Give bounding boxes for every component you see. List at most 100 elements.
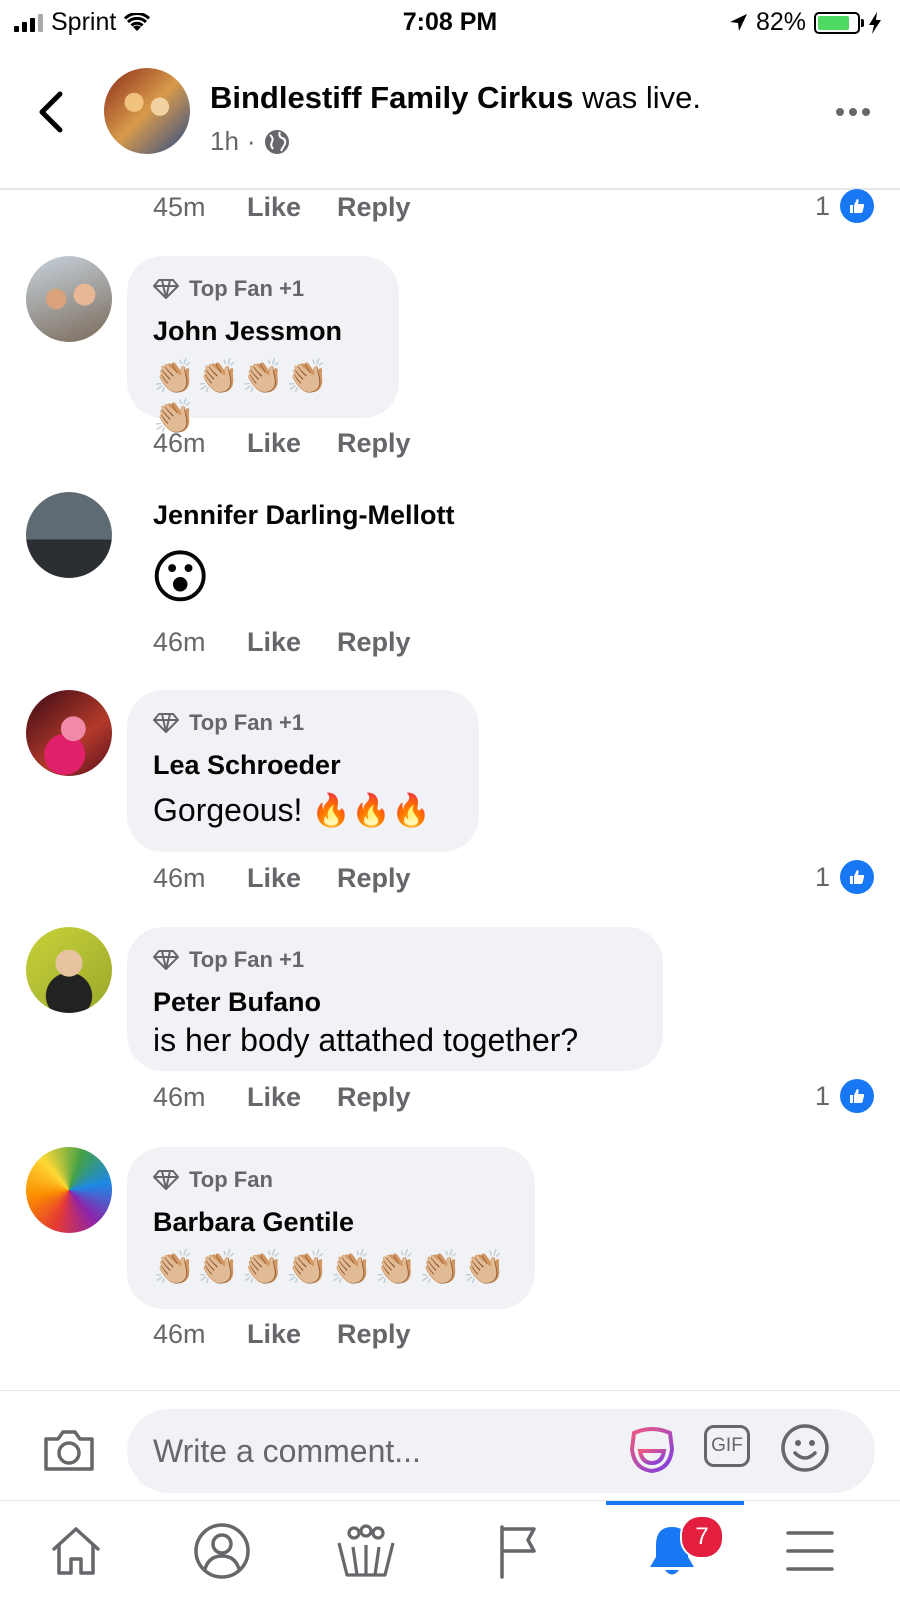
diamond-icon	[153, 1170, 179, 1190]
reaction-count-number: 1	[814, 190, 830, 221]
post-age[interactable]: 1h	[210, 126, 239, 157]
like-button[interactable]: Like	[247, 1082, 337, 1113]
like-button[interactable]: Like	[247, 1319, 337, 1350]
more-options-button[interactable]	[836, 108, 870, 116]
comment-bubble: Top Fan +1 Peter Bufano is her body atta…	[127, 927, 663, 1071]
thumbs-up-icon	[840, 860, 874, 894]
globe-icon	[264, 129, 289, 154]
status-right: 82%	[728, 8, 882, 37]
reaction-count[interactable]: 1	[815, 1079, 874, 1113]
gif-label: GIF	[711, 1435, 743, 1456]
commenter-avatar[interactable]	[26, 256, 112, 342]
avatar-sticker-icon	[629, 1427, 675, 1474]
top-fan-label: Top Fan	[189, 1167, 273, 1192]
reply-button[interactable]: Reply	[337, 428, 411, 459]
top-fan-label: Top Fan +1	[189, 947, 305, 972]
like-button[interactable]: Like	[247, 428, 337, 459]
comment-author[interactable]: Barbara Gentile	[153, 1207, 509, 1238]
avatar-sticker-button[interactable]	[626, 1423, 678, 1480]
comment-text: is her body attathed together?	[153, 1022, 579, 1058]
comment-time[interactable]: 46m	[153, 863, 247, 894]
location-arrow-icon	[729, 13, 747, 31]
menu-icon	[786, 1531, 834, 1571]
charging-bolt-icon	[869, 11, 881, 34]
comment-author[interactable]: John Jessmon	[153, 316, 373, 347]
comment-meta: 46m Like Reply	[153, 428, 411, 459]
comment-author[interactable]: Jennifer Darling-Mellott	[153, 500, 455, 531]
reaction-count[interactable]: 1	[815, 860, 874, 894]
thumbs-up-icon	[840, 1079, 874, 1113]
page-name-link[interactable]: Bindlestiff Family Cirkus	[210, 80, 573, 115]
comment-bubble: Top Fan Barbara Gentile 👏🏼👏🏼👏🏼👏🏼👏🏼👏🏼👏🏼👏🏼	[127, 1147, 535, 1309]
top-fan-label: Top Fan +1	[189, 710, 305, 735]
comment-meta: 46m Like Reply	[153, 863, 411, 894]
nav-profile[interactable]	[190, 1519, 254, 1583]
flag-icon	[500, 1525, 536, 1579]
camera-icon	[44, 1430, 94, 1471]
top-fan-badge: Top Fan +1	[153, 276, 373, 302]
like-button[interactable]: Like	[247, 192, 337, 223]
commenter-avatar[interactable]	[26, 492, 112, 578]
comment-bubble: Top Fan +1 Lea Schroeder Gorgeous! 🔥🔥🔥	[127, 690, 479, 852]
nav-groups[interactable]	[334, 1519, 398, 1583]
nav-home[interactable]	[44, 1519, 108, 1583]
comment-meta: 45m Like Reply	[153, 192, 411, 223]
bottom-navigation: 7	[0, 1500, 900, 1601]
reply-button[interactable]: Reply	[337, 863, 411, 894]
chevron-left-icon	[39, 91, 63, 133]
like-button[interactable]: Like	[247, 627, 337, 658]
thumbs-up-icon	[840, 189, 874, 223]
nav-menu[interactable]	[778, 1519, 842, 1583]
post-header: Bindlestiff Family Cirkus was live. 1h ·	[0, 46, 900, 190]
commenter-avatar[interactable]	[26, 927, 112, 1013]
top-fan-label: Top Fan +1	[189, 276, 305, 301]
reply-button[interactable]: Reply	[337, 1082, 411, 1113]
nav-pages[interactable]	[486, 1519, 550, 1583]
commenter-avatar[interactable]	[26, 1147, 112, 1233]
smiley-icon	[781, 1424, 829, 1472]
camera-button[interactable]	[42, 1427, 96, 1478]
reply-button[interactable]: Reply	[337, 627, 411, 658]
reply-button[interactable]: Reply	[337, 1319, 411, 1350]
reaction-count-number: 1	[814, 861, 830, 892]
comment-time[interactable]: 46m	[153, 1319, 247, 1350]
separator-dot: ·	[246, 126, 256, 156]
comment-time[interactable]: 46m	[153, 1082, 247, 1113]
reply-button[interactable]: Reply	[337, 192, 411, 223]
notifications-badge: 7	[680, 1515, 724, 1559]
diamond-icon	[153, 950, 179, 970]
comment-emoji: 😮	[150, 545, 211, 610]
back-button[interactable]	[32, 86, 72, 138]
top-fan-badge: Top Fan +1	[153, 947, 637, 973]
reaction-count[interactable]: 1	[815, 189, 874, 223]
active-tab-indicator	[606, 1501, 744, 1505]
comment-input[interactable]	[127, 1409, 875, 1493]
reaction-count-number: 1	[814, 1080, 830, 1111]
emoji-button[interactable]	[780, 1423, 830, 1478]
page-avatar[interactable]	[104, 68, 190, 154]
comment-meta: 46m Like Reply	[153, 1319, 411, 1350]
comment-time[interactable]: 46m	[153, 428, 247, 459]
top-fan-badge: Top Fan +1	[153, 710, 453, 736]
comment-meta: 46m Like Reply	[153, 1082, 411, 1113]
comment-emoji: 👏🏼👏🏼👏🏼👏🏼👏🏼👏🏼👏🏼👏🏼	[153, 1249, 508, 1287]
like-button[interactable]: Like	[247, 863, 337, 894]
comment-time[interactable]: 46m	[153, 627, 247, 658]
comment-composer: GIF	[0, 1390, 900, 1501]
groups-icon	[337, 1524, 395, 1577]
commenter-avatar[interactable]	[26, 690, 112, 776]
battery-fill	[818, 15, 850, 30]
gif-icon: GIF	[704, 1425, 750, 1467]
battery-percent: 82%	[755, 8, 806, 36]
gif-button[interactable]: GIF	[704, 1425, 750, 1467]
comment-time[interactable]: 45m	[153, 192, 247, 223]
comment-author[interactable]: Peter Bufano	[153, 987, 637, 1018]
comment-text: Gorgeous! 🔥🔥🔥	[153, 792, 431, 828]
comment-author[interactable]: Lea Schroeder	[153, 750, 453, 781]
home-icon	[52, 1527, 100, 1575]
comment-emoji: 👏🏼👏🏼👏🏼👏🏼👏🏼	[153, 358, 331, 436]
battery-icon	[814, 11, 864, 34]
status-bar: Sprint 7:08 PM 82%	[0, 0, 900, 46]
post-action-text: was live.	[582, 80, 701, 115]
post-title: Bindlestiff Family Cirkus was live.	[210, 80, 701, 116]
